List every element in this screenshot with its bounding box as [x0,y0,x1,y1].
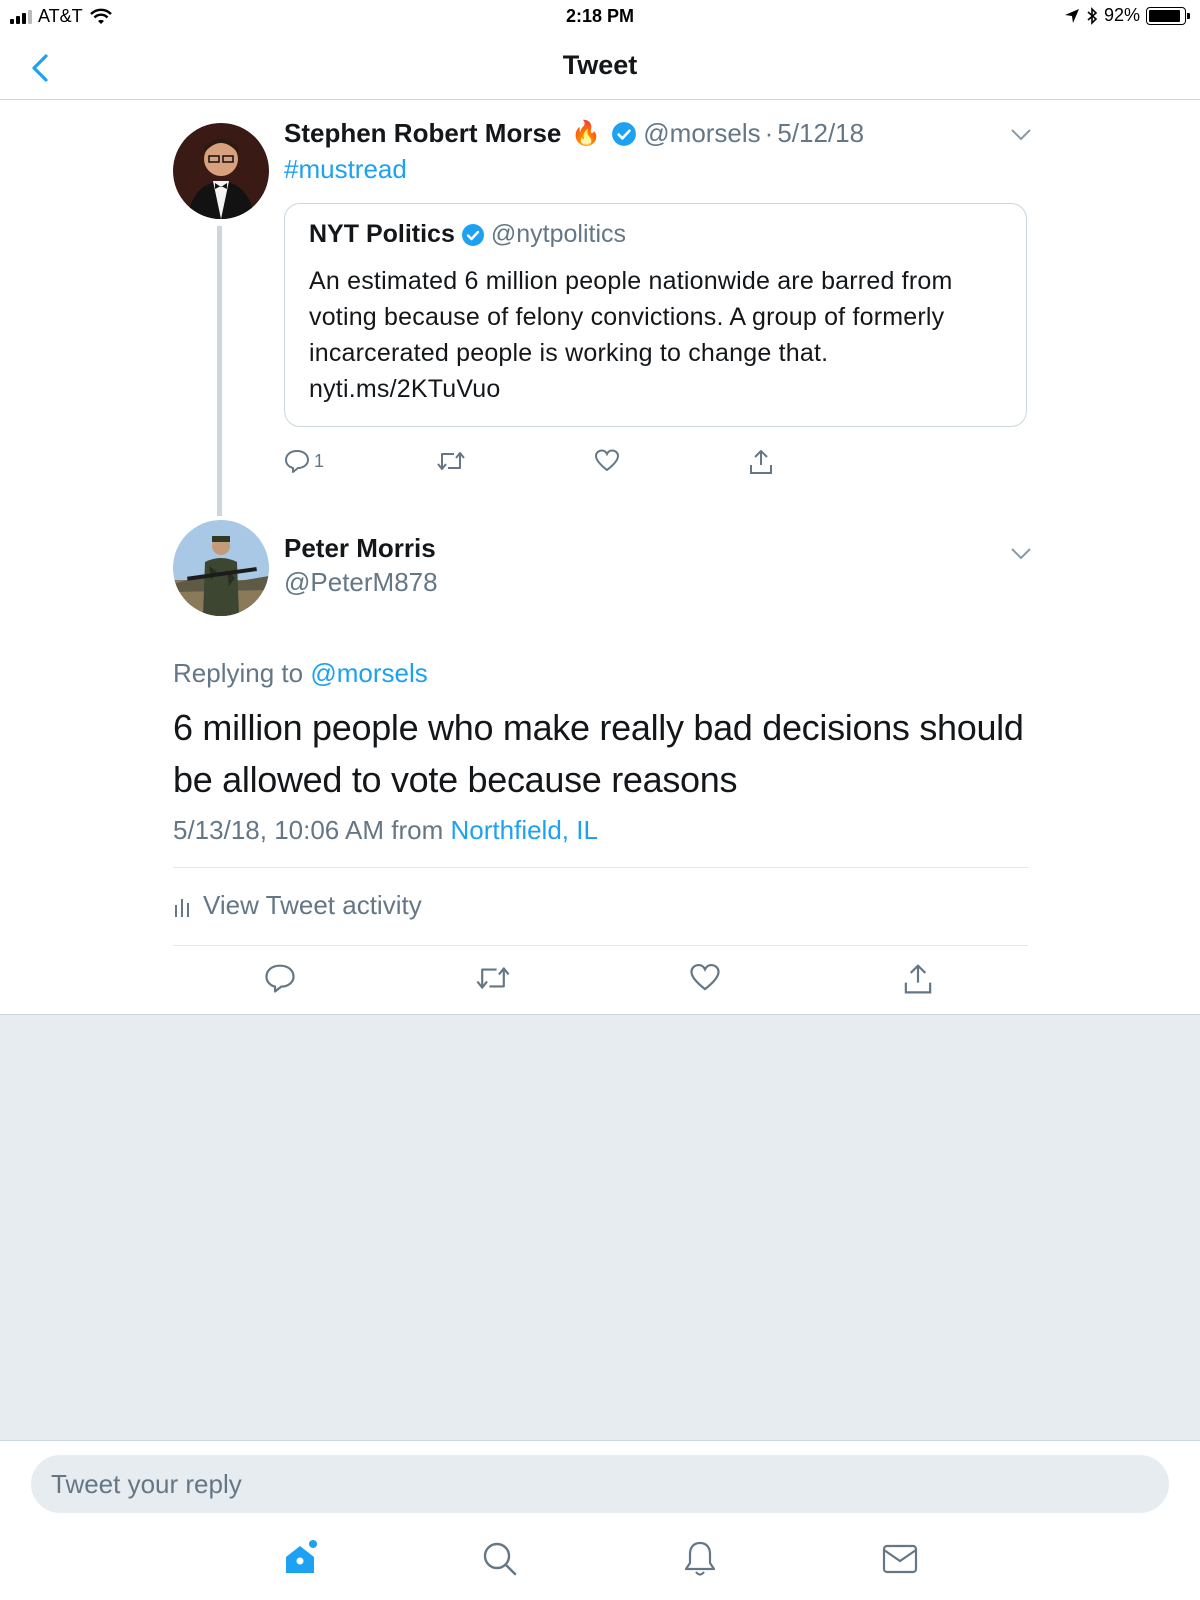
replying-to-prefix: Replying to [173,658,304,688]
author-handle[interactable]: @PeterM878 [284,567,438,598]
chevron-down-icon[interactable] [1010,128,1032,142]
home-icon[interactable] [280,1539,320,1579]
tab-notifications[interactable] [676,1535,724,1583]
quoted-author-name: NYT Politics [309,220,455,248]
tab-messages[interactable] [876,1535,924,1583]
analytics-bars-icon [175,898,189,917]
hashtag-link[interactable]: #mustread [284,154,407,185]
nav-bar: Tweet [0,34,1200,100]
quoted-tweet-header: NYT Politics @nytpolitics [309,220,1002,249]
tweet-actions [0,962,1200,1002]
location-link[interactable]: Northfield, IL [451,815,598,845]
tab-home[interactable] [276,1535,324,1583]
tweet-text: 6 million people who make really bad dec… [173,707,1024,800]
thread-connector-line [217,226,222,516]
author-name[interactable]: Stephen Robert Morse [284,118,561,149]
divider [173,867,1028,868]
quoted-author-handle: @nytpolitics [490,220,627,248]
like-heart-icon[interactable] [594,448,620,474]
fire-emoji: 🔥 [571,120,602,147]
author-name[interactable]: Peter Morris [284,533,436,564]
bluetooth-icon [1087,6,1098,25]
tweet-reply-input[interactable] [31,1455,1169,1513]
replying-to-line: Replying to @morsels [173,658,428,689]
reply-icon[interactable] [264,962,296,994]
battery-icon [1146,6,1190,25]
notifications-icon[interactable] [681,1539,719,1579]
tweet-header: Stephen Robert Morse 🔥 @morsels · 5/12/1… [284,118,864,149]
reply-count: 1 [314,450,325,471]
retweet-icon[interactable] [475,962,511,994]
divider [173,945,1028,946]
tweet-actions: 1 [284,448,804,482]
view-tweet-activity[interactable]: View Tweet activity [173,890,422,921]
tweet-timestamp-line: 5/13/18, 10:06 AM from Northfield, IL [173,815,598,846]
tweet-date: 5/12/18 [777,118,865,148]
empty-replies-area [0,1014,1200,1440]
location-arrow-icon [1064,8,1079,23]
separator-dot: · [764,118,774,148]
search-icon[interactable] [481,1540,519,1578]
like-heart-icon[interactable] [689,962,721,994]
verified-badge-icon [612,121,637,146]
avatar-stephen[interactable] [173,123,269,219]
reply-action[interactable]: 1 [284,448,324,474]
share-icon[interactable] [902,962,934,996]
messages-icon[interactable] [880,1542,920,1576]
chevron-down-icon[interactable] [1010,547,1032,561]
battery-percent: 92% [1103,5,1140,25]
status-time: 2:18 PM [565,6,635,26]
retweet-icon[interactable] [436,448,466,474]
activity-label: View Tweet activity [203,890,422,920]
quoted-tweet-text: An estimated 6 million people nationwide… [309,267,953,403]
author-handle[interactable]: @morsels [643,118,760,149]
tab-search[interactable] [476,1535,524,1583]
reply-icon[interactable] [284,448,310,474]
tab-bar [0,1535,1200,1591]
tweet-timestamp: 5/13/18, 10:06 AM from [173,815,444,845]
quoted-tweet-card[interactable]: NYT Politics @nytpolitics An estimated 6… [284,203,1027,427]
status-right: 92% [1064,5,1190,26]
page-title: Tweet [562,50,638,80]
share-icon[interactable] [748,448,774,476]
status-bar: AT&T 2:18 PM 92% [0,0,1200,34]
verified-badge-icon [461,223,484,246]
avatar-peter[interactable] [173,520,269,616]
replying-to-handle[interactable]: @morsels [310,658,427,688]
